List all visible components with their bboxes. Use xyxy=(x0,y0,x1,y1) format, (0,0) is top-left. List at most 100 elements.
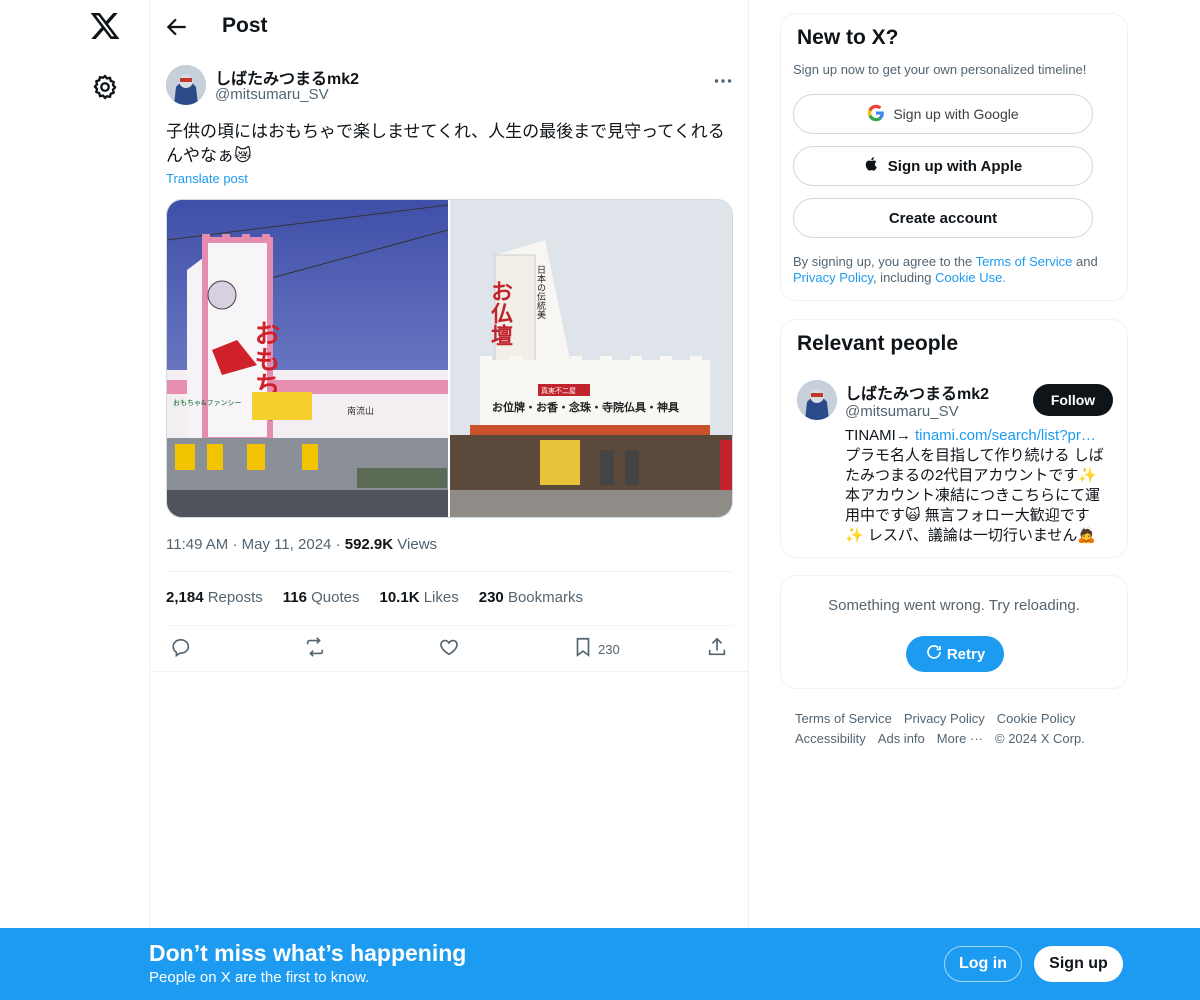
reply-icon[interactable] xyxy=(170,636,194,660)
post-time[interactable]: 11:49 AM xyxy=(166,536,228,553)
translate-link[interactable]: Translate post xyxy=(166,171,248,186)
x-logo-icon[interactable] xyxy=(89,10,121,42)
avatar[interactable] xyxy=(166,65,206,105)
divider xyxy=(166,571,733,572)
google-signup-label: Sign up with Google xyxy=(893,106,1019,122)
signup-button[interactable]: Sign up xyxy=(1034,946,1123,982)
sign-band-text: お位牌・お香・念珠・寺院仏具・神具 xyxy=(492,400,679,414)
apple-signup-label: Sign up with Apple xyxy=(887,157,1023,175)
footer-tos[interactable]: Terms of Service xyxy=(795,711,892,726)
quotes-stat[interactable]: 116 Quotes xyxy=(283,589,360,606)
divider xyxy=(166,625,733,626)
post-stats: 2,184 Reposts 116 Quotes 10.1K Likes 230… xyxy=(166,589,583,606)
cookie-link[interactable]: Cookie Use. xyxy=(935,270,1006,285)
bio-line: たみつまるの2代目アカウントです✨ xyxy=(845,467,1098,484)
person-handle[interactable]: @mitsumaru_SV xyxy=(845,403,959,420)
relevant-people-card: Relevant people しばたみつまるmk2 @mitsumaru_SV… xyxy=(780,319,1128,558)
signup-subtitle: Sign up now to get your own personalized… xyxy=(793,62,1087,77)
retry-button[interactable]: Retry xyxy=(906,636,1004,672)
more-icon[interactable] xyxy=(710,68,736,94)
likes-count: 10.1K xyxy=(379,589,420,606)
person-bio: TINAMI→ tinami.com/search/list?pr… プラモ名人… xyxy=(845,426,1113,546)
arrow-left-icon[interactable] xyxy=(164,14,190,40)
error-message: Something went wrong. Try reloading. xyxy=(828,597,1080,614)
follow-button[interactable]: Follow xyxy=(1033,384,1113,416)
signup-legal: By signing up, you agree to the Terms of… xyxy=(793,254,1113,286)
header-bar: Post xyxy=(150,0,748,54)
footer-privacy[interactable]: Privacy Policy xyxy=(904,711,985,726)
google-signup-button[interactable]: Sign up with Google xyxy=(793,94,1093,134)
page-title: Post xyxy=(222,14,268,37)
post-meta: 11:49 AM · May 11, 2024 · 592.9K Views xyxy=(166,536,437,553)
share-icon[interactable] xyxy=(706,636,730,660)
avatar[interactable] xyxy=(797,380,837,420)
quotes-label: Quotes xyxy=(311,589,360,606)
footer-row: Accessibility Ads info More ··· © 2024 X Co… xyxy=(795,729,1115,749)
footer-ads[interactable]: Ads info xyxy=(878,731,925,746)
signup-title: New to X? xyxy=(797,26,899,49)
views-label: Views xyxy=(397,536,438,553)
sign-right-text: 南流山 xyxy=(347,405,374,417)
create-account-button[interactable]: Create account xyxy=(793,198,1093,238)
bookmark-action-count: 230 xyxy=(598,642,620,657)
like-icon[interactable] xyxy=(438,636,462,660)
bookmarks-stat[interactable]: 230 Bookmarks xyxy=(479,589,583,606)
signup-card: New to X? Sign up now to get your own pe… xyxy=(780,13,1128,301)
post-author: しばたみつまるmk2 @mitsumaru_SV xyxy=(166,64,736,108)
signup-banner: Don’t miss what’s happening People on X … xyxy=(0,928,1200,1000)
legal-text: , including xyxy=(872,270,936,285)
likes-label: Likes xyxy=(423,589,459,606)
repost-icon[interactable] xyxy=(304,636,328,660)
google-icon xyxy=(867,104,885,125)
apple-icon xyxy=(864,155,880,177)
likes-stat[interactable]: 10.1K Likes xyxy=(380,589,459,606)
legal-text: By signing up, you agree to the xyxy=(793,254,976,269)
meta-separator: · xyxy=(335,536,345,553)
bio-prefix: TINAMI→ xyxy=(845,427,915,444)
legal-text: and xyxy=(1072,254,1098,269)
bio-link[interactable]: tinami.com/search/list?pr… xyxy=(915,427,1096,444)
author-handle[interactable]: @mitsumaru_SV xyxy=(215,86,329,103)
quotes-count: 116 xyxy=(282,589,307,606)
sign-butsudan-text: お仏壇 xyxy=(487,280,513,346)
photo-butsudan-store[interactable]: お仏壇 日本の伝統美 真実不二屋 お位牌・お香・念珠・寺院仏具・神具 xyxy=(449,200,732,517)
bookmarks-label: Bookmarks xyxy=(507,589,583,606)
post-actions: 230 xyxy=(166,634,733,664)
reposts-count: 2,184 xyxy=(166,589,204,606)
divider xyxy=(150,671,749,672)
banner-subtext: People on X are the first to know. xyxy=(149,969,370,986)
bio-line: 用中です🙀 無言フォロー大歓迎です xyxy=(845,507,1090,524)
refresh-icon xyxy=(925,643,943,665)
footer-more[interactable]: More ··· xyxy=(937,731,983,746)
error-card: Something went wrong. Try reloading. Ret… xyxy=(780,575,1128,689)
tos-link[interactable]: Terms of Service xyxy=(976,254,1073,269)
bio-line: 本アカウント凍結につきこちらにて運 xyxy=(845,487,1101,504)
bio-line: ✨ レスパ、議論は一切行いません🙇 xyxy=(845,527,1097,544)
apple-signup-button[interactable]: Sign up with Apple xyxy=(793,146,1093,186)
bookmarks-count: 230 xyxy=(478,589,504,606)
post-media[interactable]: おもちゃ おもちゃ&ファンシー 南流山 お仏壇 日本の伝統美 真実不二屋 お位牌… xyxy=(166,199,733,518)
post-text: 子供の頃にはおもちゃで楽しませてくれ、人生の最後まで見守ってくれるんやなぁ😿 xyxy=(166,122,725,165)
views-count: 592.9K xyxy=(344,536,394,553)
reposts-label: Reposts xyxy=(207,589,263,606)
footer-row: Terms of Service Privacy Policy Cookie Pol… xyxy=(795,709,1115,729)
privacy-link[interactable]: Privacy Policy xyxy=(793,270,873,285)
footer-accessibility[interactable]: Accessibility xyxy=(795,731,866,746)
footer-links: Terms of Service Privacy Policy Cookie Pol… xyxy=(795,709,1115,749)
bio-line: TINAMI→ tinami.com/search/list?pr… xyxy=(845,426,1113,446)
footer-cookie[interactable]: Cookie Policy xyxy=(997,711,1076,726)
meta-separator: · xyxy=(232,536,242,553)
sign-small-text: おもちゃ&ファンシー xyxy=(173,399,241,407)
bookmark-icon[interactable] xyxy=(572,636,596,660)
login-button[interactable]: Log in xyxy=(944,946,1022,982)
sign-vertical-text: 日本の伝統美 xyxy=(535,265,546,320)
left-nav xyxy=(0,0,150,1000)
banner-headline: Don’t miss what’s happening xyxy=(149,940,467,966)
photo-toy-store[interactable]: おもちゃ おもちゃ&ファンシー 南流山 xyxy=(167,200,448,517)
bio-line: プラモ名人を目指して作り続ける しば xyxy=(845,447,1104,464)
main-column: Post しばたみつまるmk2 @mitsumaru_SV 子供の頃にはおもちゃ… xyxy=(150,0,749,1000)
gear-icon[interactable] xyxy=(91,73,119,101)
person-name[interactable]: しばたみつまるmk2 xyxy=(845,380,989,404)
reposts-stat[interactable]: 2,184 Reposts xyxy=(166,589,263,606)
post-date[interactable]: May 11, 2024 xyxy=(242,536,332,553)
